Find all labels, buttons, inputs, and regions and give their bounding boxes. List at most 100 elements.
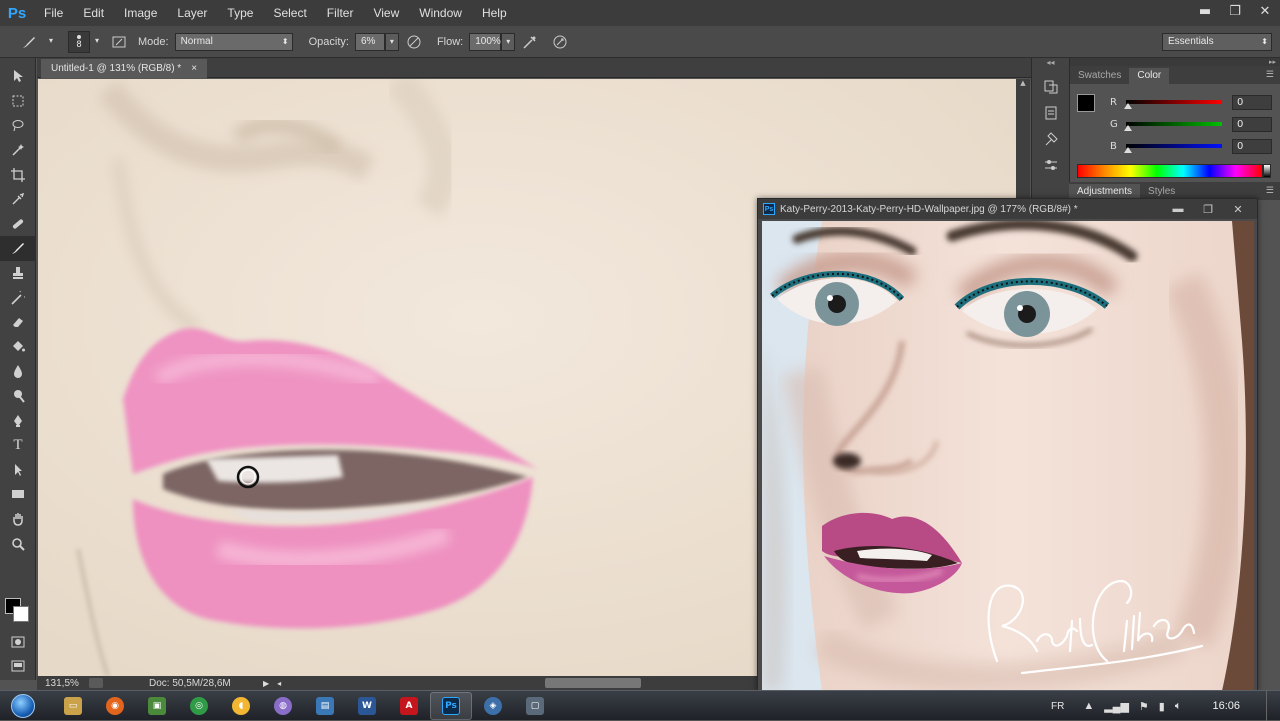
clock[interactable]: 16:06	[1212, 700, 1240, 712]
pen-tool-icon[interactable]	[0, 408, 36, 433]
close-button[interactable]: ✕	[1223, 203, 1253, 216]
document-tab[interactable]: Untitled-1 @ 131% (RGB/8) * ×	[41, 59, 208, 78]
taskbar-app-network[interactable]: ◈	[472, 692, 514, 720]
blur-tool-icon[interactable]	[0, 359, 36, 384]
clone-stamp-tool-icon[interactable]	[0, 261, 36, 286]
menu-edit[interactable]: Edit	[73, 0, 114, 26]
minimize-button[interactable]: ▬	[1163, 203, 1193, 215]
eyedropper-tool-icon[interactable]	[0, 187, 36, 212]
quick-mask-icon[interactable]	[0, 630, 36, 655]
opacity-dropdown[interactable]: ▾	[384, 32, 399, 51]
background-color-swatch[interactable]	[13, 606, 29, 622]
panel-menu-icon[interactable]: ☰	[1266, 185, 1274, 196]
menu-help[interactable]: Help	[472, 0, 517, 26]
language-indicator[interactable]: FR	[1051, 701, 1064, 712]
menu-file[interactable]: File	[34, 0, 73, 26]
power-icon[interactable]: ▮	[1159, 700, 1165, 713]
menu-type[interactable]: Type	[217, 0, 263, 26]
taskbar-app-yellow[interactable]: ◖	[220, 692, 262, 720]
reference-image-window[interactable]: Ps Katy-Perry-2013-Katy-Perry-HD-Wallpap…	[757, 198, 1258, 692]
scroll-left-arrow-icon[interactable]: ◂	[277, 679, 281, 688]
minimize-button[interactable]: ▬	[1190, 0, 1220, 22]
taskbar-app-monitor[interactable]: ▢	[514, 692, 556, 720]
green-track[interactable]	[1124, 122, 1222, 131]
canvas-horizontal-scroll-thumb[interactable]	[545, 678, 641, 688]
brush-size-picker[interactable]: 8	[68, 30, 90, 53]
start-button[interactable]	[0, 691, 46, 721]
crop-tool-icon[interactable]	[0, 162, 36, 187]
menu-view[interactable]: View	[363, 0, 409, 26]
network-signal-icon[interactable]: ▂▄▆	[1104, 700, 1129, 713]
zoom-tool-icon[interactable]	[0, 531, 36, 556]
panel-menu-icon[interactable]: ☰	[1266, 69, 1274, 80]
airbrush-icon[interactable]	[519, 31, 541, 53]
workspace-select[interactable]: Essentials ⬍	[1162, 33, 1272, 51]
type-tool-icon[interactable]: T	[0, 433, 36, 458]
brush-size-dropdown[interactable]: ▾	[90, 33, 104, 51]
history-brush-tool-icon[interactable]	[0, 285, 36, 310]
tool-preset-dropdown[interactable]: ▾	[44, 33, 58, 51]
path-selection-tool-icon[interactable]	[0, 458, 36, 483]
collapse-arrows-icon[interactable]: ▸▸	[1070, 58, 1280, 66]
menu-filter[interactable]: Filter	[317, 0, 364, 26]
brush-tool-icon[interactable]	[18, 31, 40, 53]
show-hidden-icons-icon[interactable]: ▲	[1083, 700, 1094, 712]
menu-layer[interactable]: Layer	[167, 0, 217, 26]
taskbar-firefox[interactable]: ◉	[94, 692, 136, 720]
history-panel-icon[interactable]	[1032, 74, 1070, 100]
brush-tool-icon[interactable]	[0, 236, 36, 261]
blue-slider-knob[interactable]	[1124, 147, 1132, 153]
red-track[interactable]	[1124, 100, 1222, 109]
properties-panel-icon[interactable]	[1032, 100, 1070, 126]
menu-image[interactable]: Image	[114, 0, 167, 26]
taskbar-explorer[interactable]: ▭	[52, 692, 94, 720]
move-tool-icon[interactable]	[0, 64, 36, 89]
magic-wand-tool-icon[interactable]	[0, 138, 36, 163]
taskbar-app-blue[interactable]: ▤	[304, 692, 346, 720]
rectangle-tool-icon[interactable]	[0, 482, 36, 507]
tab-swatches[interactable]: Swatches	[1070, 68, 1129, 84]
red-slider-knob[interactable]	[1124, 103, 1132, 109]
fg-bg-color-picker[interactable]	[1077, 94, 1107, 124]
menu-select[interactable]: Select	[263, 0, 316, 26]
taskbar-photoshop[interactable]: Ps	[430, 691, 472, 720]
brush-panel-icon[interactable]	[108, 31, 130, 53]
dodge-tool-icon[interactable]	[0, 384, 36, 409]
eraser-tool-icon[interactable]	[0, 310, 36, 335]
color-swatches[interactable]	[5, 598, 31, 624]
show-desktop-button[interactable]	[1266, 691, 1280, 721]
blue-value-input[interactable]: 0	[1232, 138, 1272, 154]
taskbar-app-green[interactable]: ▣	[136, 692, 178, 720]
pressure-opacity-icon[interactable]	[403, 31, 425, 53]
brush-presets-icon[interactable]	[1032, 152, 1070, 178]
tab-color[interactable]: Color	[1129, 68, 1170, 84]
green-value-input[interactable]: 0	[1232, 116, 1272, 132]
blue-slider[interactable]: B 0	[1110, 138, 1278, 154]
marquee-tool-icon[interactable]	[0, 89, 36, 114]
paint-bucket-tool-icon[interactable]	[0, 335, 36, 360]
black-white-ramp[interactable]	[1263, 164, 1271, 178]
reference-window-titlebar[interactable]: Ps Katy-Perry-2013-Katy-Perry-HD-Wallpap…	[758, 199, 1257, 219]
taskbar-word[interactable]: W	[346, 692, 388, 720]
flow-input[interactable]: 100%	[469, 32, 502, 51]
menu-window[interactable]: Window	[409, 0, 472, 26]
color-spectrum-ramp[interactable]	[1077, 164, 1263, 178]
close-icon[interactable]: ×	[191, 59, 197, 78]
flag-icon[interactable]: ⚑	[1139, 700, 1149, 713]
mode-select[interactable]: Normal ⬍	[174, 32, 293, 51]
restore-button[interactable]: ❐	[1220, 0, 1250, 22]
status-info-icon[interactable]	[89, 678, 103, 688]
red-value-input[interactable]: 0	[1232, 94, 1272, 110]
lasso-tool-icon[interactable]	[0, 113, 36, 138]
green-slider[interactable]: G 0	[1110, 116, 1278, 132]
close-button[interactable]: ✕	[1250, 0, 1280, 22]
collapse-arrows-icon[interactable]: ◂◂	[1032, 58, 1069, 74]
opacity-input[interactable]: 6%	[354, 32, 385, 51]
blue-track[interactable]	[1124, 144, 1222, 153]
taskbar-app-purple[interactable]: ◍	[262, 692, 304, 720]
green-slider-knob[interactable]	[1124, 125, 1132, 131]
foreground-color-swatch[interactable]	[1077, 94, 1095, 112]
pressure-size-icon[interactable]	[549, 31, 571, 53]
healing-brush-tool-icon[interactable]	[0, 212, 36, 237]
maximize-button[interactable]: ❐	[1193, 203, 1223, 216]
